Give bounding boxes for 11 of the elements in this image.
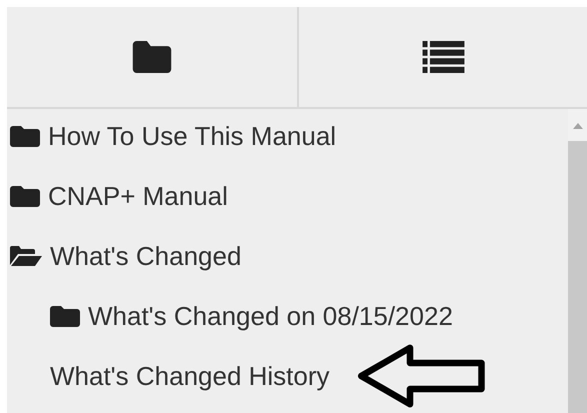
tree-item[interactable]: What's Changed: [7, 240, 242, 272]
tree-item[interactable]: CNAP+ Manual: [7, 180, 228, 212]
tree-item[interactable]: How To Use This Manual: [7, 120, 336, 152]
folder-icon: [10, 126, 40, 146]
open-folder-icon: [10, 246, 42, 266]
folder-icon: [50, 306, 80, 326]
folder-icon: [132, 41, 172, 73]
list-icon: [422, 41, 464, 73]
tree-item[interactable]: What's Changed on 08/15/2022: [47, 300, 453, 332]
folder-icon: [10, 186, 40, 206]
tree-item[interactable]: What's Changed History: [47, 360, 330, 392]
